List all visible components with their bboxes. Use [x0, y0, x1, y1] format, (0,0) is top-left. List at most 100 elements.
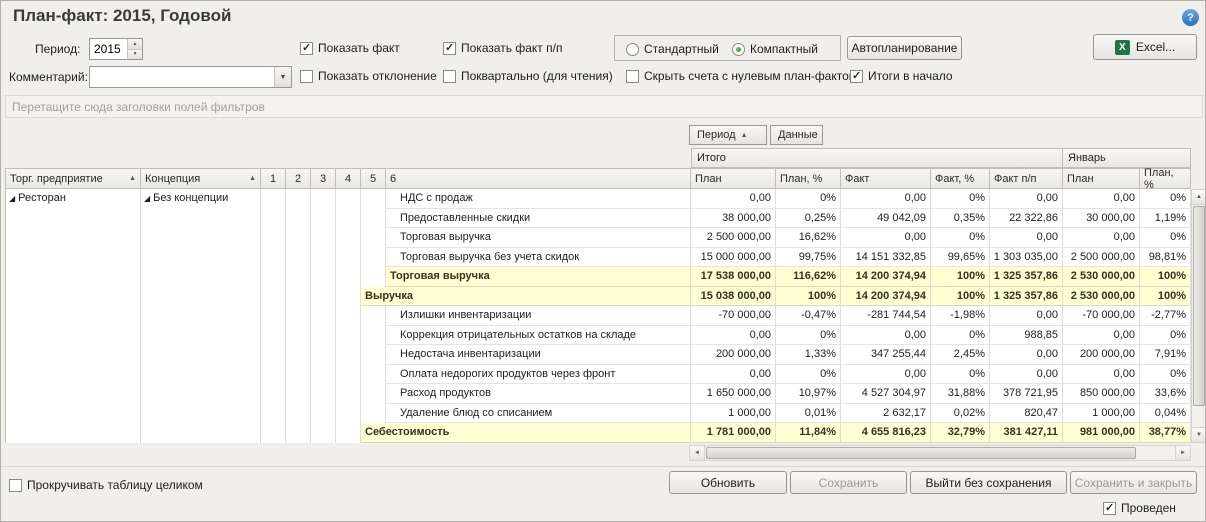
table-row[interactable]: Удаление блюд со списанием1 000,000,01%2… — [261, 404, 1191, 424]
radio-standard[interactable]: Стандартный — [626, 42, 719, 56]
value-cell[interactable]: -2,77% — [1140, 306, 1191, 326]
value-cell[interactable]: 981 000,00 — [1063, 423, 1140, 443]
row-label-cell[interactable]: Себестоимость — [361, 423, 691, 443]
checkbox-show-deviation[interactable]: Показать отклонение — [300, 69, 437, 83]
value-cell[interactable]: 850 000,00 — [1063, 384, 1140, 404]
row-label-cell[interactable]: Выручка — [361, 287, 691, 307]
value-cell[interactable]: 31,88% — [931, 384, 990, 404]
period-input[interactable] — [90, 39, 127, 59]
filter-drop-zone[interactable]: Перетащите сюда заголовки полей фильтров — [5, 95, 1203, 118]
autoplan-button[interactable]: Автопланирование — [847, 36, 962, 60]
table-group-row[interactable]: Торговая выручка17 538 000,00116,62%14 2… — [261, 267, 1191, 287]
help-icon[interactable]: ? — [1182, 9, 1199, 26]
field-button-data[interactable]: Данные — [770, 125, 823, 145]
value-cell[interactable]: 378 721,95 — [990, 384, 1063, 404]
radio-compact[interactable]: Компактный — [732, 42, 818, 56]
value-cell[interactable]: 32,79% — [931, 423, 990, 443]
value-cell[interactable]: 0,00 — [990, 345, 1063, 365]
value-cell[interactable]: 2 500 000,00 — [691, 228, 776, 248]
value-cell[interactable]: 0% — [1140, 189, 1191, 209]
value-cell[interactable]: 99,65% — [931, 248, 990, 268]
vertical-scroll-thumb[interactable] — [1193, 206, 1205, 406]
value-cell[interactable]: 0% — [776, 365, 841, 385]
value-cell[interactable]: 0,01% — [776, 404, 841, 424]
value-cell[interactable]: 4 655 816,23 — [841, 423, 931, 443]
value-cell[interactable]: 0,00 — [990, 306, 1063, 326]
value-cell[interactable]: 0,00 — [1063, 189, 1140, 209]
value-cell[interactable]: 4 527 304,97 — [841, 384, 931, 404]
value-cell[interactable]: 0,00 — [841, 365, 931, 385]
table-group-row[interactable]: Выручка15 038 000,00100%14 200 374,94100… — [261, 287, 1191, 307]
value-cell[interactable]: 7,91% — [1140, 345, 1191, 365]
value-cell[interactable]: 0,00 — [1063, 365, 1140, 385]
value-cell[interactable]: 100% — [1140, 287, 1191, 307]
value-cell[interactable]: 0% — [1140, 228, 1191, 248]
value-cell[interactable]: 0,25% — [776, 209, 841, 229]
value-cell[interactable]: 10,97% — [776, 384, 841, 404]
row-label-cell[interactable]: Торговая выручка — [386, 228, 691, 248]
value-cell[interactable]: 2 500 000,00 — [1063, 248, 1140, 268]
period-spinner[interactable]: ▲ ▼ — [89, 38, 143, 60]
row-label-cell[interactable]: Удаление блюд со списанием — [386, 404, 691, 424]
value-cell[interactable]: -1,98% — [931, 306, 990, 326]
value-cell[interactable]: 1 325 357,86 — [990, 287, 1063, 307]
column-header-concept[interactable]: Концепция▲ — [141, 168, 261, 189]
value-cell[interactable]: 99,75% — [776, 248, 841, 268]
value-cell[interactable]: 988,85 — [990, 326, 1063, 346]
value-cell[interactable]: 381 427,11 — [990, 423, 1063, 443]
value-cell[interactable]: -70 000,00 — [691, 306, 776, 326]
value-cell[interactable]: 0% — [931, 326, 990, 346]
value-cell[interactable]: 38 000,00 — [691, 209, 776, 229]
checkbox-totals-first[interactable]: Итоги в начало — [850, 69, 953, 83]
value-cell[interactable]: 200 000,00 — [1063, 345, 1140, 365]
value-cell[interactable]: 0,00 — [841, 326, 931, 346]
value-cell[interactable]: 33,6% — [1140, 384, 1191, 404]
column-header-trade-enterprise[interactable]: Торг. предприятие▲ — [5, 168, 141, 189]
vertical-scrollbar[interactable]: ▲ ▼ — [1191, 189, 1206, 443]
value-cell[interactable]: 1 000,00 — [691, 404, 776, 424]
table-row[interactable]: Оплата недорогих продуктов через фронт0,… — [261, 365, 1191, 385]
save-and-close-button[interactable]: Сохранить и закрыть — [1070, 471, 1197, 494]
value-cell[interactable]: 15 000 000,00 — [691, 248, 776, 268]
table-group-row[interactable]: Себестоимость1 781 000,0011,84%4 655 816… — [261, 423, 1191, 443]
table-row[interactable]: Недостача инвентаризации200 000,001,33%3… — [261, 345, 1191, 365]
spin-down-icon[interactable]: ▼ — [128, 49, 142, 60]
table-row[interactable]: Коррекция отрицательных остатков на скла… — [261, 326, 1191, 346]
checkbox-show-fact[interactable]: Показать факт — [300, 41, 400, 55]
value-cell[interactable]: 2 530 000,00 — [1063, 287, 1140, 307]
field-button-period[interactable]: Период ▲ — [689, 125, 767, 145]
value-cell[interactable]: 0% — [931, 365, 990, 385]
checkbox-scroll-whole-table[interactable]: Прокручивать таблицу целиком — [9, 478, 203, 492]
scroll-down-icon[interactable]: ▼ — [1192, 427, 1206, 442]
value-cell[interactable]: 2 530 000,00 — [1063, 267, 1140, 287]
table-row[interactable]: Торговая выручка2 500 000,0016,62%0,000%… — [261, 228, 1191, 248]
column-header-data-5[interactable]: План — [1063, 168, 1140, 189]
value-cell[interactable]: 200 000,00 — [691, 345, 776, 365]
value-cell[interactable]: 0% — [776, 326, 841, 346]
comment-input[interactable] — [90, 67, 274, 87]
value-cell[interactable]: 1,19% — [1140, 209, 1191, 229]
row-label-cell[interactable]: Излишки инвентаризации — [386, 306, 691, 326]
value-cell[interactable]: 49 042,09 — [841, 209, 931, 229]
value-cell[interactable]: -0,47% — [776, 306, 841, 326]
value-cell[interactable]: 0,00 — [691, 365, 776, 385]
table-row[interactable]: Торговая выручка без учета скидок15 000 … — [261, 248, 1191, 268]
value-cell[interactable]: 2,45% — [931, 345, 990, 365]
value-cell[interactable]: 1 325 357,86 — [990, 267, 1063, 287]
value-cell[interactable]: 2 632,17 — [841, 404, 931, 424]
row-label-cell[interactable]: Предоставленные скидки — [386, 209, 691, 229]
table-row[interactable]: Расход продуктов1 650 000,0010,97%4 527 … — [261, 384, 1191, 404]
scroll-right-icon[interactable]: ► — [1175, 446, 1190, 460]
value-cell[interactable]: 0,04% — [1140, 404, 1191, 424]
save-button[interactable]: Сохранить — [790, 471, 907, 494]
row-label-cell[interactable]: Оплата недорогих продуктов через фронт — [386, 365, 691, 385]
value-cell[interactable]: 0,00 — [990, 189, 1063, 209]
tree-cell-enterprise[interactable]: ◢ Ресторан — [5, 189, 141, 443]
table-row[interactable]: Предоставленные скидки38 000,000,25%49 0… — [261, 209, 1191, 229]
value-cell[interactable]: 0,35% — [931, 209, 990, 229]
dropdown-icon[interactable]: ▼ — [274, 67, 291, 87]
row-label-cell[interactable]: Коррекция отрицательных остатков на скла… — [386, 326, 691, 346]
value-cell[interactable]: 0% — [1140, 326, 1191, 346]
tree-cell-concept[interactable]: ◢ Без концепции — [141, 189, 261, 443]
value-cell[interactable]: 14 200 374,94 — [841, 287, 931, 307]
